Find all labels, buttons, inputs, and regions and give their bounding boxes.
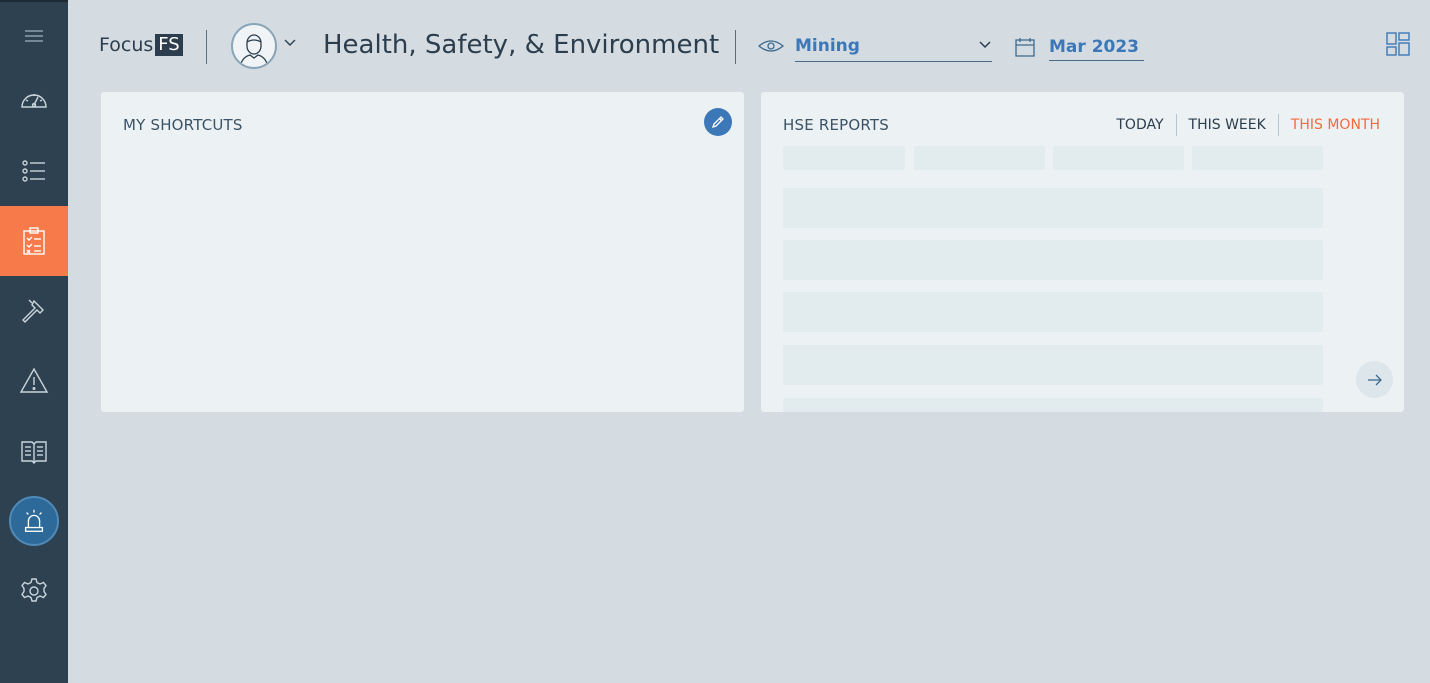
arrow-right-icon: [1367, 374, 1382, 385]
focusfs-logo[interactable]: Focus FS: [99, 34, 183, 56]
loading-placeholder: [783, 146, 905, 170]
user-avatar[interactable]: [231, 23, 277, 69]
user-silhouette-icon: [239, 34, 269, 67]
page-title: Health, Safety, & Environment: [323, 30, 720, 60]
site-select-value: Mining: [795, 36, 860, 56]
clipboard-checklist-icon: [23, 227, 45, 255]
siren-alarm-icon: [24, 509, 44, 532]
hse-reports-title: HSE REPORTS: [783, 116, 890, 134]
header-divider: [735, 30, 736, 64]
layout-grid-icon[interactable]: [1386, 32, 1410, 56]
period-tabs: TODAY THIS WEEK THIS MONTH: [1104, 114, 1380, 136]
list-icon: [22, 160, 45, 182]
loading-placeholder: [1053, 146, 1184, 170]
chevron-down-icon[interactable]: [284, 38, 296, 48]
loading-placeholder: [783, 398, 1323, 412]
gear-icon: [21, 578, 47, 602]
header-divider: [206, 30, 207, 64]
hamburger-menu-button[interactable]: [0, 2, 68, 70]
sidebar-item-documents[interactable]: [0, 416, 68, 486]
edit-shortcuts-button[interactable]: [704, 108, 732, 136]
loading-placeholder: [1192, 146, 1323, 170]
sidebar-item-tools[interactable]: [0, 276, 68, 346]
sidebar-item-dashboard[interactable]: [0, 66, 68, 136]
hammer-icon: [22, 299, 44, 323]
loading-placeholder: [783, 240, 1323, 280]
chevron-down-icon: [979, 41, 991, 49]
loading-placeholder: [783, 292, 1323, 332]
sidebar-item-alerts[interactable]: [0, 486, 68, 556]
book-icon: [21, 441, 47, 464]
logo-badge: FS: [155, 34, 183, 56]
calendar-icon: [1015, 38, 1035, 57]
top-header: Focus FS Health, Safety, & Environment M…: [68, 0, 1430, 92]
shortcuts-card: MY SHORTCUTS: [101, 92, 744, 412]
logo-text: Focus: [99, 34, 154, 56]
sidebar-item-inspections[interactable]: [0, 206, 68, 276]
loading-placeholder: [783, 345, 1323, 385]
pencil-icon: [711, 116, 724, 129]
site-select-dropdown[interactable]: Mining: [795, 33, 992, 62]
loading-placeholder: [783, 188, 1323, 228]
sidebar: [0, 0, 68, 683]
next-button[interactable]: [1356, 361, 1393, 398]
warning-triangle-icon: [19, 367, 49, 393]
sidebar-item-list[interactable]: [0, 136, 68, 206]
eye-icon: [758, 40, 784, 52]
sidebar-item-hazards[interactable]: [0, 346, 68, 416]
date-select-value: Mar 2023: [1049, 37, 1140, 57]
hamburger-menu-icon: [25, 30, 43, 42]
tab-today[interactable]: TODAY: [1104, 114, 1175, 136]
hse-reports-card: HSE REPORTS TODAY THIS WEEK THIS MONTH: [761, 92, 1404, 412]
shortcuts-title: MY SHORTCUTS: [123, 116, 243, 134]
dashboard-gauge-icon: [21, 94, 47, 108]
loading-placeholder: [914, 146, 1045, 170]
alert-button[interactable]: [9, 496, 59, 546]
sidebar-item-settings[interactable]: [0, 556, 68, 626]
tab-this-week[interactable]: THIS WEEK: [1175, 114, 1278, 136]
tab-this-month[interactable]: THIS MONTH: [1277, 114, 1380, 136]
date-select-dropdown[interactable]: Mar 2023: [1049, 33, 1144, 61]
